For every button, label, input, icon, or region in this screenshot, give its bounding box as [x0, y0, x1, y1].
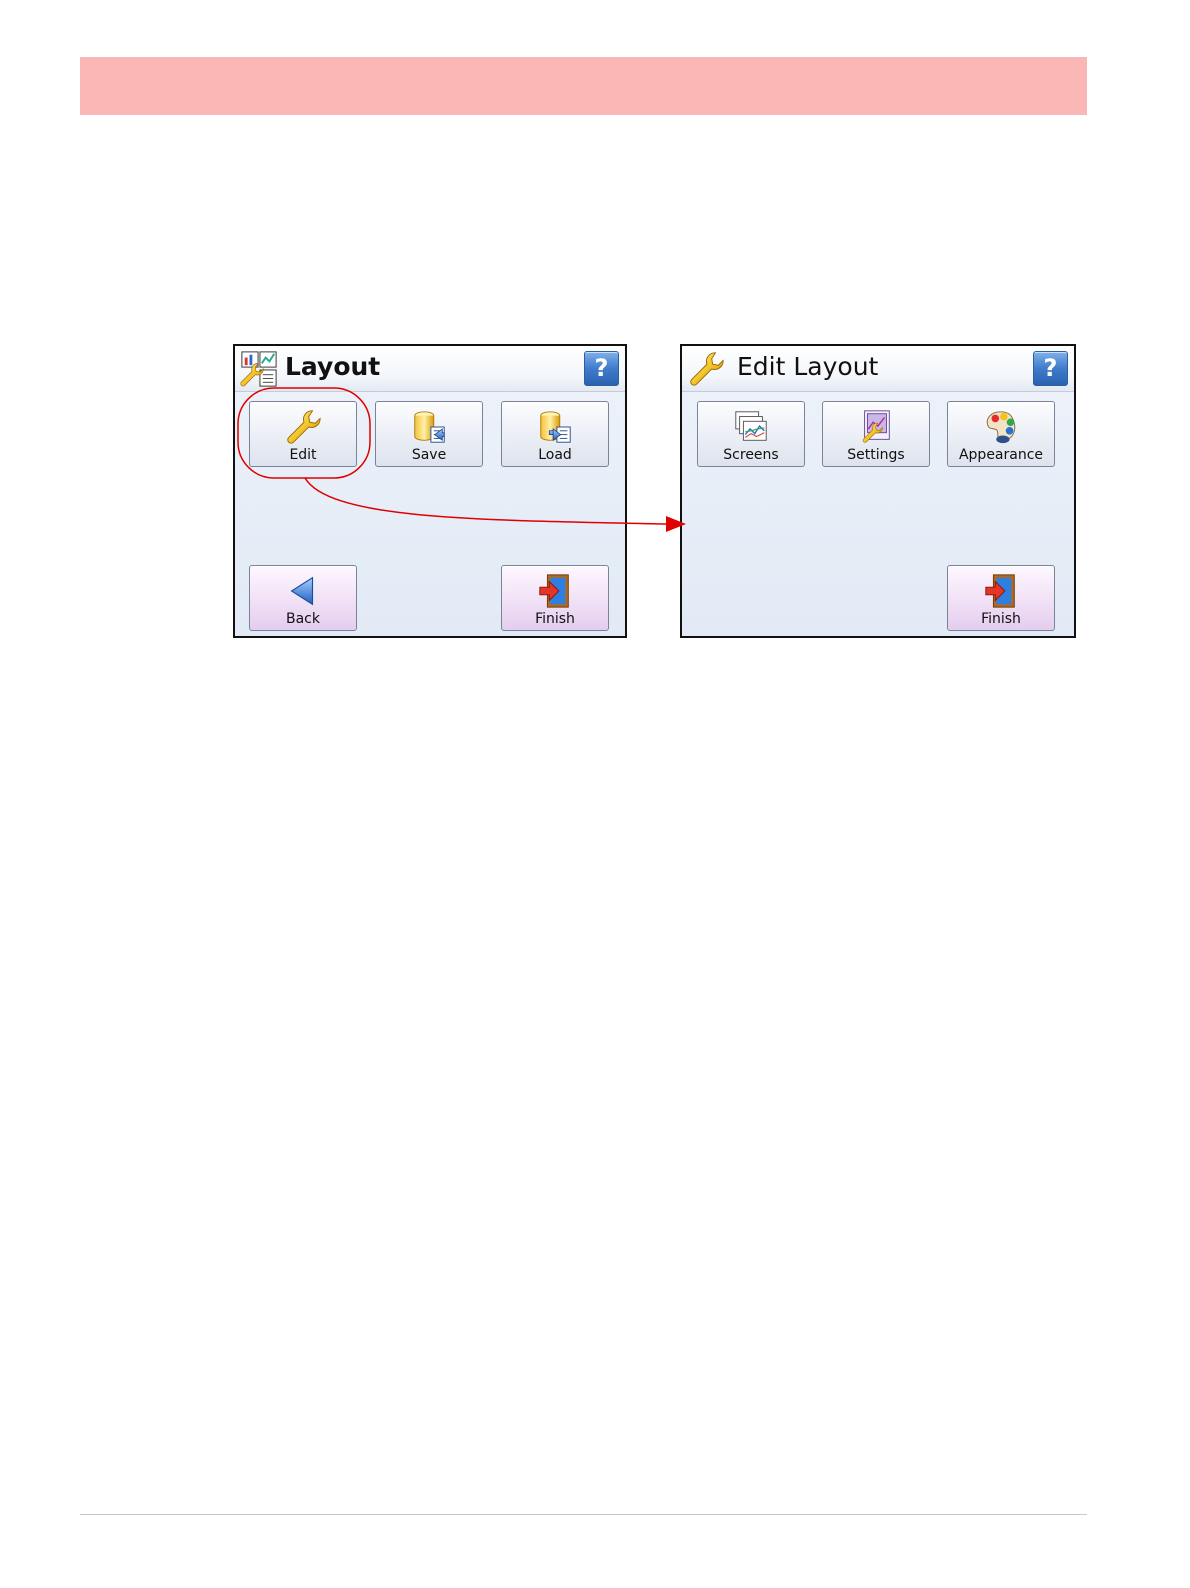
finish-button-label: Finish: [535, 611, 575, 627]
footer-divider: [80, 1514, 1087, 1515]
section-header-band: [80, 57, 1087, 115]
edit-layout-titlebar: Edit Layout ?: [682, 346, 1074, 392]
save-button[interactable]: Save: [375, 401, 483, 467]
exit-door-icon: [535, 572, 575, 610]
save-button-label: Save: [411, 447, 447, 463]
save-database-icon: [409, 408, 449, 446]
appearance-button[interactable]: Appearance: [947, 401, 1055, 467]
back-arrow-icon: [290, 576, 314, 606]
help-button[interactable]: ?: [1033, 351, 1068, 386]
screens-button[interactable]: Screens: [697, 401, 805, 467]
wrench-icon: [283, 408, 323, 446]
back-button-label: Back: [286, 611, 320, 627]
appearance-button-label: Appearance: [958, 447, 1044, 463]
layout-screen: Layout ? Edit Save Load Back Finish: [233, 344, 627, 638]
palette-icon: [986, 411, 1016, 444]
finish-button-label: Finish: [981, 611, 1021, 627]
help-button[interactable]: ?: [584, 351, 619, 386]
screens-icon: [735, 411, 767, 441]
page-title: Edit Layout: [737, 352, 879, 381]
load-button-label: Load: [538, 447, 572, 463]
load-button[interactable]: Load: [501, 401, 609, 467]
edit-button-label: Edit: [289, 447, 317, 463]
exit-door-icon: [981, 572, 1021, 610]
settings-button-label: Settings: [847, 447, 905, 463]
finish-button[interactable]: Finish: [501, 565, 609, 631]
settings-icon: [862, 410, 890, 443]
settings-button[interactable]: Settings: [822, 401, 930, 467]
layout-wrench-icon: [240, 351, 277, 387]
finish-button[interactable]: Finish: [947, 565, 1055, 631]
screens-button-label: Screens: [723, 447, 779, 463]
annotation-overlay: [237, 387, 686, 532]
edit-button[interactable]: Edit: [249, 401, 357, 467]
edit-layout-screen: Edit Layout ? Screens Settings Appearanc…: [680, 344, 1076, 638]
back-button[interactable]: Back: [249, 565, 357, 631]
page-title: Layout: [285, 352, 381, 381]
wrench-icon: [686, 350, 726, 388]
layout-titlebar: Layout ?: [235, 346, 625, 392]
load-database-icon: [535, 408, 575, 446]
